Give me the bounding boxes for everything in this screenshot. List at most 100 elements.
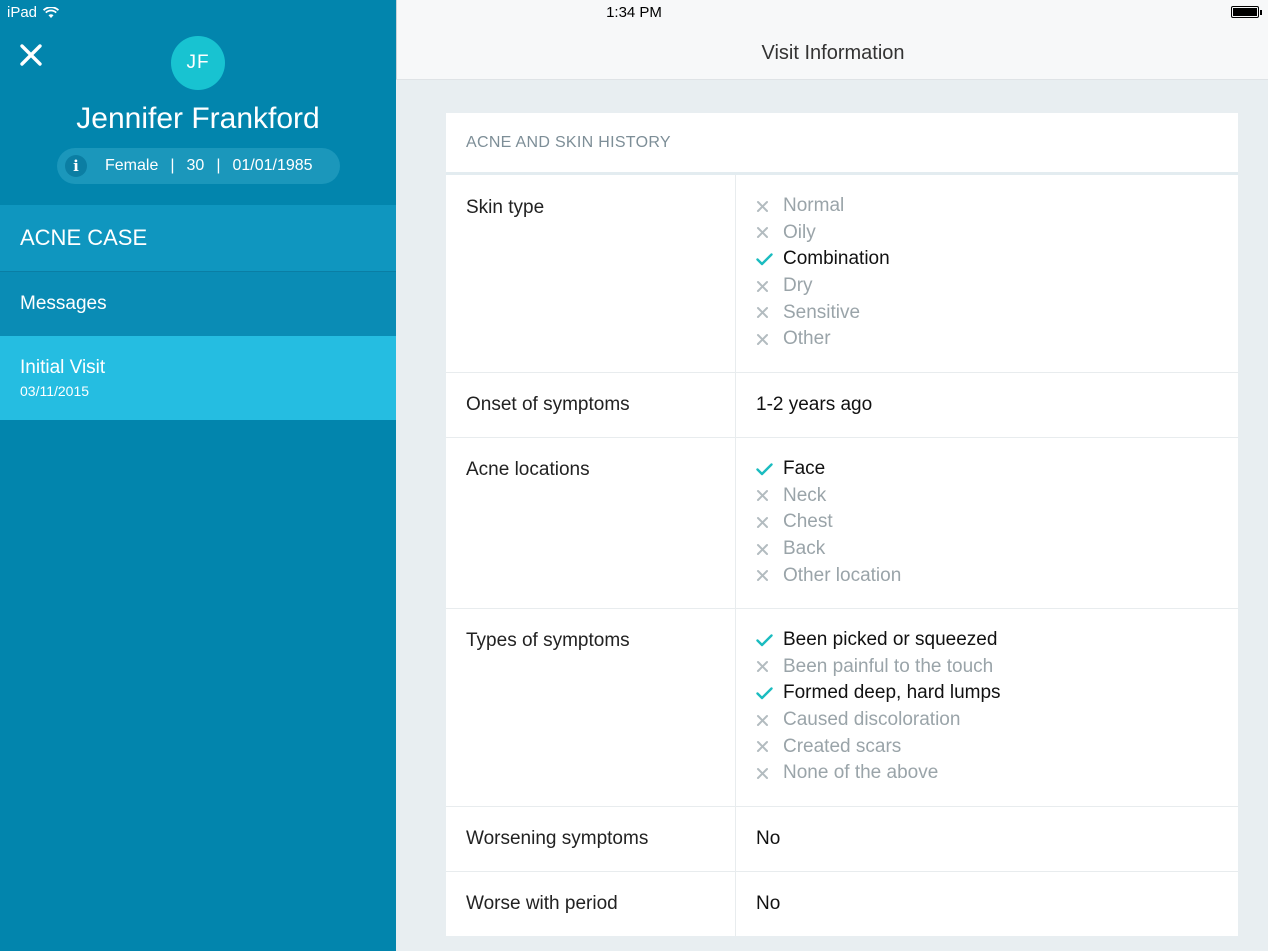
unchecked-mark (756, 200, 783, 213)
row-label: Onset of symptoms (446, 373, 736, 437)
cross-icon (757, 570, 768, 582)
option-item: Chest (756, 509, 1238, 536)
option-label: Other location (783, 564, 902, 586)
option-label: Been painful to the touch (783, 655, 994, 677)
cross-icon (757, 227, 768, 239)
option-item: Been painful to the touch (756, 654, 1238, 681)
option-item: Other (756, 326, 1238, 353)
row-value: 1-2 years ago (756, 394, 873, 415)
close-icon[interactable] (18, 42, 44, 68)
cross-icon (757, 543, 768, 555)
cross-icon (757, 661, 768, 673)
cross-icon (757, 767, 768, 779)
cross-icon (757, 490, 768, 502)
cross-icon (757, 714, 768, 726)
battery-tip (1260, 10, 1262, 15)
option-label: Normal (783, 195, 845, 217)
option-label: Dry (783, 275, 813, 297)
check-icon (756, 687, 773, 700)
option-item: Normal (756, 193, 1238, 220)
option-label: Formed deep, hard lumps (783, 682, 1001, 704)
option-item: Formed deep, hard lumps (756, 680, 1238, 707)
row-worsening: Worsening symptoms No (446, 807, 1238, 872)
option-label: Other (783, 328, 831, 350)
status-time: 1:34 PM (606, 4, 662, 21)
unchecked-mark (756, 660, 783, 673)
unchecked-mark (756, 740, 783, 753)
row-acne-locations: Acne locations Face Neck Chest Back Other lo… (446, 438, 1238, 609)
option-label: Created scars (783, 735, 902, 757)
cross-icon (757, 280, 768, 292)
unchecked-mark (756, 714, 783, 727)
checked-mark (756, 463, 783, 476)
sidebar-item-messages[interactable]: Messages (0, 271, 396, 336)
option-label: Face (783, 458, 826, 480)
options-list: Been picked or squeezed Been painful to t… (736, 609, 1238, 806)
cross-icon (757, 741, 768, 753)
sidebar: iPad JF Jennifer Frankford i Female | 30… (0, 0, 396, 951)
wifi-icon (43, 6, 60, 18)
option-label: Oily (783, 221, 816, 243)
option-item: Created scars (756, 733, 1238, 760)
visit-date: 03/11/2015 (20, 383, 90, 399)
option-label: Been picked or squeezed (783, 629, 998, 651)
option-item: Oily (756, 220, 1238, 247)
option-label: Caused discoloration (783, 709, 961, 731)
unchecked-mark (756, 489, 783, 502)
option-label: Chest (783, 511, 833, 533)
device-name: iPad (7, 4, 38, 21)
status-bar-left: iPad (7, 4, 60, 21)
row-value: No (756, 828, 781, 849)
case-header: ACNE CASE (0, 205, 396, 271)
option-item: Face (756, 456, 1238, 483)
row-label: Skin type (446, 175, 736, 372)
row-skin-type: Skin type Normal Oily Combination Dry Sensit… (446, 175, 1238, 373)
page-title: Visit Information (761, 42, 905, 64)
unchecked-mark (756, 569, 783, 582)
row-worse-with-period: Worse with period No (446, 872, 1238, 936)
cross-icon (757, 333, 768, 345)
option-item: Other location (756, 562, 1238, 589)
patient-gender: Female (105, 157, 159, 174)
check-icon (756, 634, 773, 646)
patient-age: 30 (186, 157, 205, 174)
option-item: Neck (756, 483, 1238, 510)
checked-mark (756, 687, 783, 700)
row-onset: Onset of symptoms 1-2 years ago (446, 373, 1238, 438)
option-item: Combination (756, 246, 1238, 273)
option-item: Been picked or squeezed (756, 627, 1238, 654)
visit-label: Initial Visit (20, 357, 106, 378)
option-label: Back (783, 538, 826, 560)
row-symptom-types: Types of symptoms Been picked or squeeze… (446, 609, 1238, 807)
patient-dob: 01/01/1985 (232, 157, 313, 174)
unchecked-mark (756, 543, 783, 556)
checked-mark (756, 634, 783, 647)
sidebar-item-initial-visit[interactable]: Initial Visit 03/11/2015 (0, 336, 396, 420)
row-label: Acne locations (446, 438, 736, 608)
option-item: Back (756, 536, 1238, 563)
row-label: Worsening symptoms (446, 807, 736, 871)
unchecked-mark (756, 333, 783, 346)
option-item: None of the above (756, 760, 1238, 787)
unchecked-mark (756, 280, 783, 293)
row-value: No (756, 893, 781, 914)
option-label: Sensitive (783, 301, 861, 323)
cross-icon (757, 200, 768, 212)
cross-icon (757, 516, 768, 528)
row-label: Types of symptoms (446, 609, 736, 806)
option-item: Caused discoloration (756, 707, 1238, 734)
row-label: Worse with period (446, 872, 736, 936)
info-icon[interactable]: i (65, 155, 87, 177)
history-card: ACNE AND SKIN HISTORY Skin type Normal Oi… (446, 113, 1238, 936)
separator: | (216, 157, 221, 174)
unchecked-mark (756, 767, 783, 780)
patient-info-pill[interactable]: i Female | 30 | 01/01/1985 (57, 148, 340, 184)
check-icon (756, 253, 773, 266)
patient-name: Jennifer Frankford (76, 102, 320, 135)
options-list: Face Neck Chest Back Other location (736, 438, 1238, 608)
option-label: Neck (783, 484, 827, 506)
option-item: Dry (756, 273, 1238, 300)
separator: | (170, 157, 175, 174)
battery-icon (1231, 6, 1259, 18)
option-item: Sensitive (756, 299, 1238, 326)
